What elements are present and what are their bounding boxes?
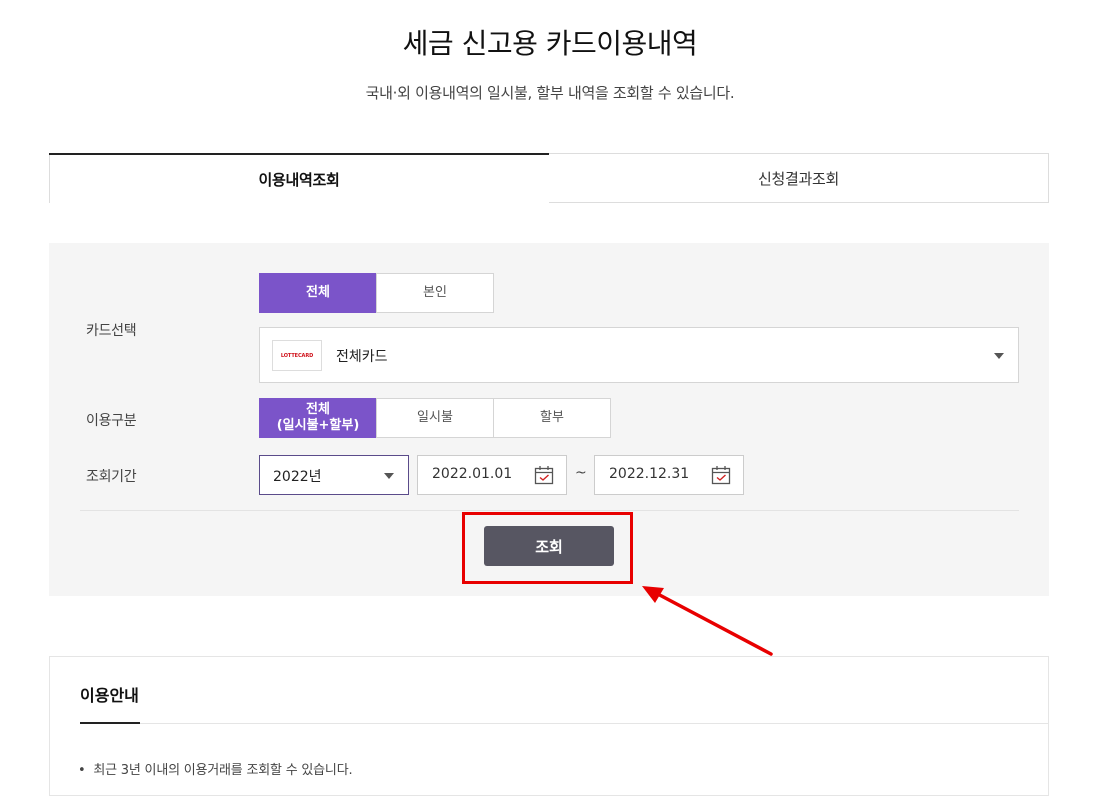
page-title: 세금 신고용 카드이용내역: [402, 27, 698, 60]
card-logo: LOTTECARD: [272, 340, 322, 371]
arrow-annotation: [642, 586, 773, 656]
end-date-field[interactable]: 2022.12.31: [594, 455, 744, 495]
calendar-icon[interactable]: [711, 465, 731, 485]
page-subtitle: 국내·외 이용내역의 일시불, 할부 내역을 조회할 수 있습니다.: [365, 84, 735, 102]
info-item-text: 최근 3년 이내의 이용거래를 조회할 수 있습니다.: [93, 763, 353, 778]
end-date-value: 2022.12.31: [609, 466, 690, 482]
date-separator: ~: [575, 465, 587, 481]
card-dropdown[interactable]: LOTTECARD 전체카드: [259, 327, 1019, 383]
segment-usage-all[interactable]: 전체 (일시불+할부): [259, 398, 377, 438]
segment-usage-installment[interactable]: 할부: [493, 398, 611, 438]
info-title: 이용안내: [80, 686, 139, 705]
card-dropdown-value: 전체카드: [336, 349, 388, 365]
segment-all-cards[interactable]: 전체: [259, 273, 377, 313]
panel-divider: [80, 510, 1019, 511]
year-dropdown[interactable]: 2022년: [259, 455, 409, 495]
segment-own-cards[interactable]: 본인: [376, 273, 494, 313]
bullet-icon: •: [78, 763, 94, 778]
tab-application-result[interactable]: 신청결과조회: [549, 153, 1049, 203]
calendar-icon[interactable]: [534, 465, 554, 485]
segment-usage-lump-sum[interactable]: 일시불: [376, 398, 494, 438]
tab-usage-inquiry[interactable]: 이용내역조회: [49, 153, 549, 203]
highlight-box: [462, 512, 633, 584]
chevron-down-icon: [994, 353, 1004, 359]
usage-type-label: 이용구분: [86, 413, 137, 429]
info-title-underline: [80, 722, 140, 724]
chevron-down-icon: [384, 473, 394, 479]
info-item: • 최근 3년 이내의 이용거래를 조회할 수 있습니다.: [78, 759, 353, 778]
year-dropdown-value: 2022년: [273, 469, 322, 485]
start-date-value: 2022.01.01: [432, 466, 513, 482]
info-divider: [80, 723, 1049, 724]
start-date-field[interactable]: 2022.01.01: [417, 455, 567, 495]
card-select-label: 카드선택: [86, 323, 137, 339]
period-label: 조회기간: [86, 469, 137, 485]
